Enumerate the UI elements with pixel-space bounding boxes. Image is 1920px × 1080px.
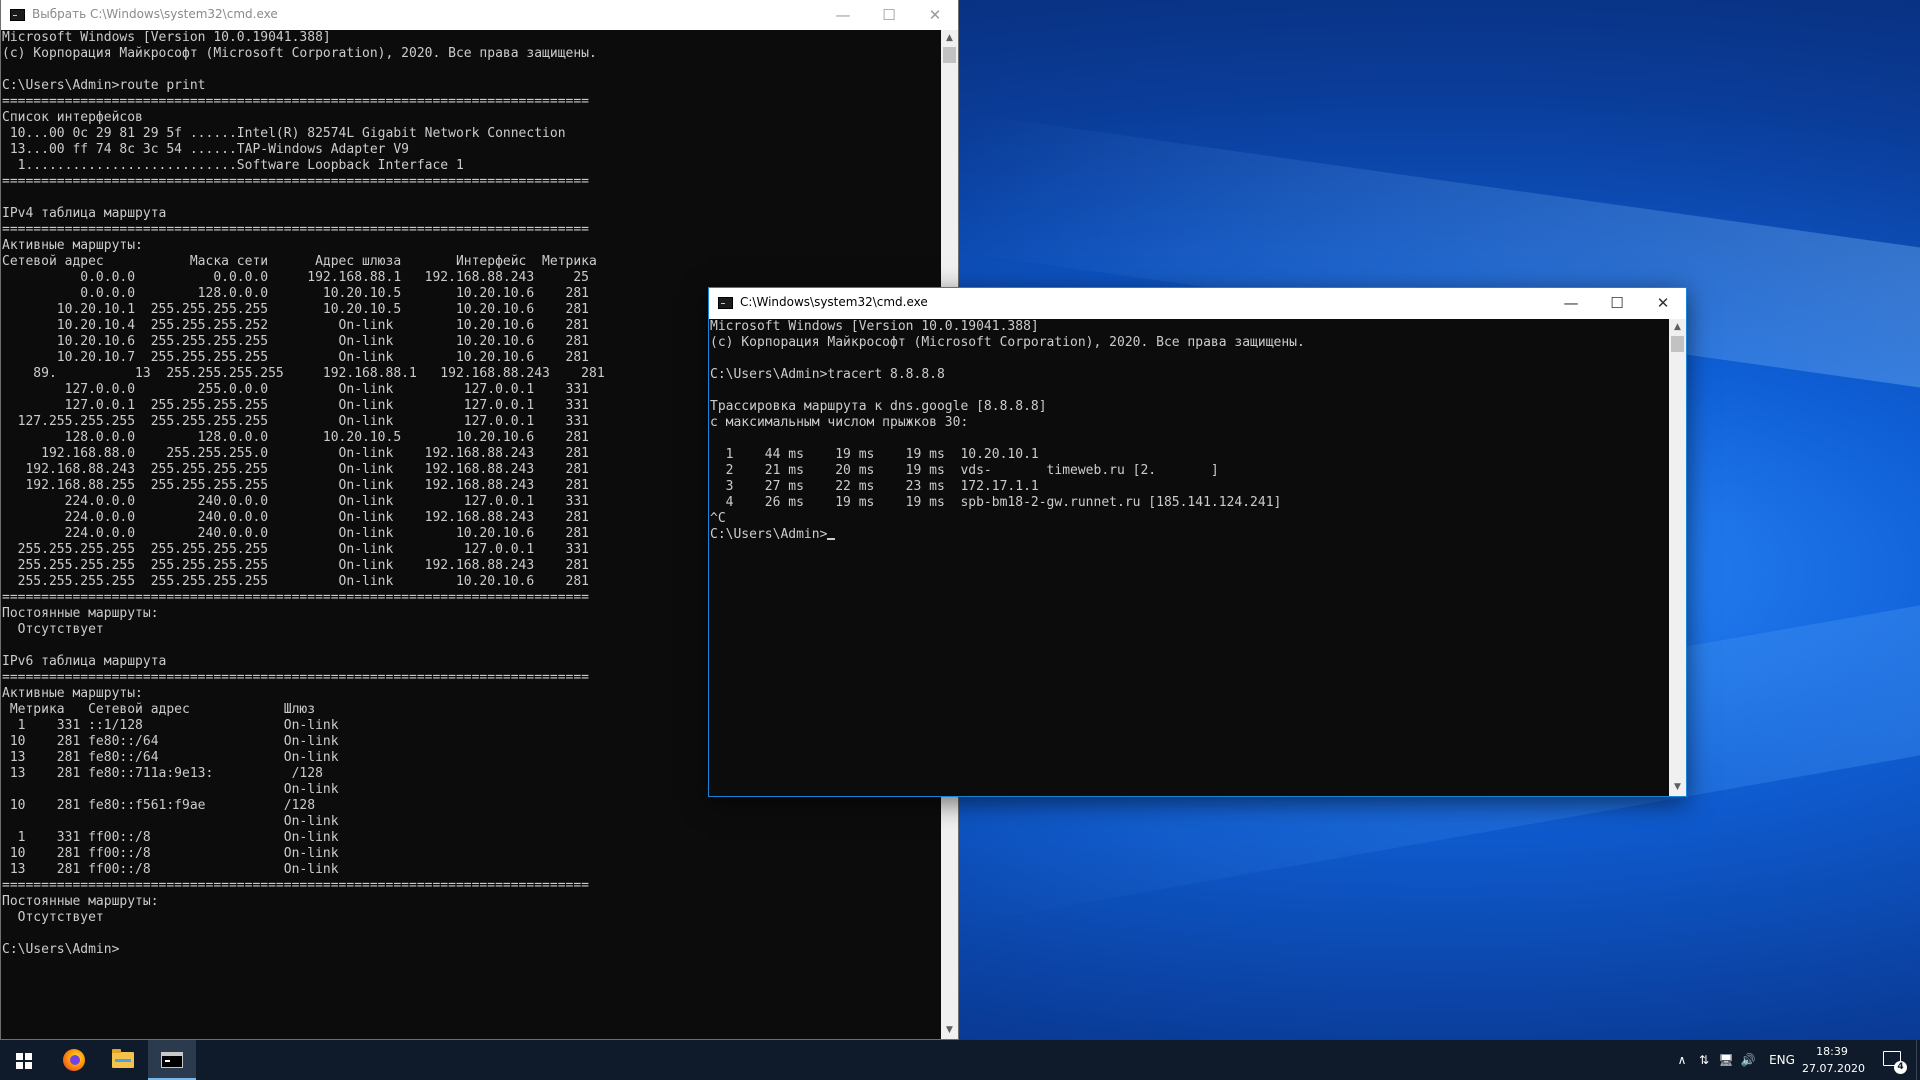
scroll-down-arrow-icon[interactable]: ▼ <box>1669 779 1686 796</box>
notification-count-badge: 4 <box>1894 1061 1907 1074</box>
title-bar[interactable]: Выбрать C:\Windows\system32\cmd.exe — ☐ … <box>1 0 958 30</box>
window-title: Выбрать C:\Windows\system32\cmd.exe <box>32 7 278 21</box>
volume-icon[interactable]: 🔊 <box>1738 1040 1758 1080</box>
console-line: 3 27 ms 22 ms 23 ms 172.17.1.1 <box>710 479 1039 494</box>
show-desktop-button[interactable] <box>1916 1040 1920 1080</box>
console-line: ========================================… <box>2 222 589 237</box>
console-line: C:\Users\Admin>tracert 8.8.8.8 <box>710 367 945 382</box>
cmd-icon <box>718 297 733 309</box>
console-line: 1 44 ms 19 ms 19 ms 10.20.10.1 <box>710 447 1039 462</box>
console-line: Отсутствует <box>2 910 104 925</box>
console-line: Microsoft Windows [Version 10.0.19041.38… <box>2 30 331 45</box>
console-line: IPv4 таблица маршрута <box>2 206 167 221</box>
console-line: 10 281 fe80::f561:f9ae /128 <box>2 798 316 813</box>
console-line: с максимальным числом прыжков 30: <box>710 415 969 430</box>
console-prompt: C:\Users\Admin> <box>710 527 828 542</box>
console-line: Постоянные маршруты: <box>2 894 159 909</box>
maximize-button[interactable]: ☐ <box>1594 288 1640 318</box>
console-line: ========================================… <box>2 94 589 109</box>
console-line: 13 281 ff00::/8 On-link <box>2 862 339 877</box>
console-line: C:\Users\Admin>route print <box>2 78 206 93</box>
console-line: 0.0.0.0 0.0.0.0 192.168.88.1 192.168.88.… <box>2 270 589 285</box>
taskbar-cmd-button[interactable] <box>148 1040 196 1080</box>
title-bar[interactable]: C:\Windows\system32\cmd.exe — ☐ ✕ <box>709 288 1686 319</box>
console-line: ========================================… <box>2 174 589 189</box>
cmd-icon <box>161 1052 183 1068</box>
console-prompt-line[interactable]: C:\Users\Admin> <box>710 527 1669 543</box>
console-line: (c) Корпорация Майкрософт (Microsoft Cor… <box>2 46 597 61</box>
console-line: C:\Users\Admin> <box>2 942 120 957</box>
scroll-up-arrow-icon[interactable]: ▲ <box>1669 319 1686 336</box>
desktop-wallpaper: Выбрать C:\Windows\system32\cmd.exe — ☐ … <box>0 0 1920 1040</box>
clock-time: 18:39 <box>1816 1045 1848 1058</box>
close-button[interactable]: ✕ <box>912 0 958 30</box>
console-line: 4 26 ms 19 ms 19 ms spb-bm18-2-gw.runnet… <box>710 495 1282 510</box>
console-output[interactable]: Microsoft Windows [Version 10.0.19041.38… <box>709 319 1669 796</box>
text-cursor <box>827 538 836 540</box>
console-line: Microsoft Windows [Version 10.0.19041.38… <box>710 319 1039 334</box>
network-adapter-icon[interactable]: ⇅ <box>1694 1040 1714 1080</box>
window-title: C:\Windows\system32\cmd.exe <box>740 295 928 309</box>
scroll-up-arrow-icon[interactable]: ▲ <box>941 30 958 47</box>
minimize-button[interactable]: — <box>820 0 866 30</box>
taskbar-firefox-button[interactable] <box>50 1040 98 1080</box>
console-line: ^C <box>710 511 726 526</box>
scroll-thumb[interactable] <box>1671 336 1684 352</box>
console-line: 1...........................Software Loo… <box>2 158 464 173</box>
clock[interactable]: 18:39 27.07.2020 <box>1802 1043 1865 1077</box>
show-hidden-icons-chevron-icon[interactable]: ∧ <box>1672 1040 1692 1080</box>
console-line: 10...00 0c 29 81 29 5f ......Intel(R) 82… <box>2 126 566 141</box>
windows-logo-icon <box>16 1053 32 1069</box>
console-line: 13...00 ff 74 8c 3c 54 ......TAP-Windows… <box>2 142 409 157</box>
vertical-scrollbar[interactable]: ▲ ▼ <box>1669 319 1686 796</box>
cmd-window-tracert[interactable]: C:\Windows\system32\cmd.exe — ☐ ✕ Micros… <box>708 287 1687 797</box>
console-line: Сетевой адрес Маска сети Адрес шлюза Инт… <box>2 254 597 269</box>
scroll-thumb[interactable] <box>943 47 956 63</box>
firefox-icon <box>63 1049 85 1071</box>
close-button[interactable]: ✕ <box>1640 288 1686 318</box>
cmd-icon <box>10 9 25 21</box>
taskbar-explorer-button[interactable] <box>99 1040 147 1080</box>
console-line: ========================================… <box>2 878 589 893</box>
console-line: Активные маршруты: <box>2 238 143 253</box>
console-line: (c) Корпорация Майкрософт (Microsoft Cor… <box>710 335 1305 350</box>
input-language-indicator[interactable]: ENG <box>1764 1040 1800 1080</box>
console-line: 1 331 ff00::/8 On-link <box>2 830 339 845</box>
console-line: Список интерфейсов <box>2 110 143 125</box>
clock-date: 27.07.2020 <box>1802 1062 1865 1075</box>
console-line: 10 281 ff00::/8 On-link <box>2 846 339 861</box>
taskbar: ∧ ⇅ 🖥 🔊 ENG 18:39 27.07.2020 4 <box>0 1040 1920 1080</box>
console-line: On-link <box>2 814 339 829</box>
minimize-button[interactable]: — <box>1548 288 1594 318</box>
start-button[interactable] <box>0 1040 48 1080</box>
console-line: Трассировка маршрута к dns.google [8.8.8… <box>710 399 1047 414</box>
file-explorer-icon <box>112 1049 134 1068</box>
action-center-button[interactable]: 4 <box>1874 1040 1914 1080</box>
maximize-button[interactable]: ☐ <box>866 0 912 30</box>
scroll-down-arrow-icon[interactable]: ▼ <box>941 1022 958 1039</box>
console-line: 2 21 ms 20 ms 19 ms vds- timeweb.ru [2. … <box>710 463 1219 478</box>
network-status-icon[interactable]: 🖥 <box>1716 1040 1736 1080</box>
